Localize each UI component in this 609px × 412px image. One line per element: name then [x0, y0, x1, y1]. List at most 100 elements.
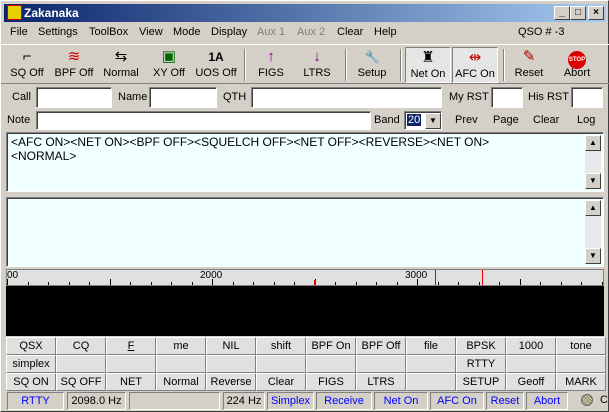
menu-bar: File Settings ToolBox View Mode Display … — [1, 23, 609, 43]
menu-display[interactable]: Display — [211, 26, 247, 38]
macro-button[interactable] — [506, 355, 556, 373]
reset-button[interactable]: ✎ Reset — [508, 47, 550, 83]
normal-button[interactable]: ⇆ Normal — [99, 47, 143, 83]
my-rst-input[interactable] — [491, 87, 523, 108]
setup-button[interactable]: 🔧 Setup — [351, 47, 393, 83]
macro-button[interactable]: BPSK — [456, 337, 506, 355]
macro-button[interactable] — [106, 355, 156, 373]
net-on-button[interactable]: ♜ Net On — [405, 47, 451, 83]
scroll-down-icon[interactable]: ▼ — [585, 248, 601, 264]
page-button[interactable]: Page — [493, 114, 519, 126]
indicator-icon — [581, 394, 593, 406]
status-afc[interactable]: AFC On — [430, 392, 484, 410]
chevron-down-icon[interactable]: ▼ — [425, 113, 441, 129]
menu-toolbox[interactable]: ToolBox — [89, 26, 128, 38]
status-simplex[interactable]: Simplex — [267, 392, 314, 410]
xy-off-button[interactable]: ▣ XY Off — [147, 47, 191, 83]
note-input[interactable] — [36, 111, 371, 130]
macro-button[interactable] — [156, 355, 206, 373]
app-window: Zakanaka _ □ × File Settings ToolBox Vie… — [0, 0, 609, 412]
frequency-ruler[interactable]: 00 2000 3000 — [6, 269, 604, 286]
macro-button[interactable]: SQ ON — [6, 373, 56, 391]
macro-button[interactable]: me — [156, 337, 206, 355]
bpf-off-button[interactable]: ≋ BPF Off — [51, 47, 97, 83]
macro-button[interactable] — [206, 355, 256, 373]
menu-settings[interactable]: Settings — [38, 26, 78, 38]
macro-button[interactable]: 1000 — [506, 337, 556, 355]
log-button[interactable]: Log — [577, 114, 595, 126]
macro-button[interactable]: CQ — [56, 337, 106, 355]
rx-scrollbar[interactable]: ▲ ▼ — [585, 135, 601, 189]
menu-help[interactable]: Help — [374, 26, 397, 38]
macro-button[interactable]: MARK — [556, 373, 606, 391]
macro-button[interactable] — [406, 373, 456, 391]
ltrs-button[interactable]: ↓ LTRS — [297, 47, 337, 83]
macro-button[interactable] — [56, 355, 106, 373]
ruler-tick — [27, 282, 29, 285]
close-button[interactable]: × — [588, 6, 604, 20]
prev-button[interactable]: Prev — [455, 114, 478, 126]
his-rst-input[interactable] — [571, 87, 603, 108]
macro-button[interactable] — [256, 355, 306, 373]
ruler-tick — [89, 282, 90, 285]
menu-clear[interactable]: Clear — [337, 26, 363, 38]
macro-button[interactable]: SETUP — [456, 373, 506, 391]
macro-button[interactable]: BPF Off — [356, 337, 406, 355]
scroll-down-icon[interactable]: ▼ — [585, 173, 601, 189]
menu-mode[interactable]: Mode — [173, 26, 201, 38]
macro-button[interactable] — [406, 355, 456, 373]
menu-file[interactable]: File — [10, 26, 28, 38]
qth-input[interactable] — [251, 87, 442, 108]
macro-button[interactable]: F — [106, 337, 156, 355]
status-receive[interactable]: Receive — [316, 392, 372, 410]
status-net[interactable]: Net On — [374, 392, 428, 410]
macro-button[interactable] — [356, 355, 406, 373]
macro-button[interactable]: shift — [256, 337, 306, 355]
toolbar-separator — [400, 49, 402, 81]
macro-button[interactable]: NIL — [206, 337, 256, 355]
minimize-button[interactable]: _ — [554, 6, 570, 20]
receive-text-area[interactable]: <AFC ON><NET ON><BPF OFF><SQUELCH OFF><N… — [6, 132, 604, 192]
filter-wave-icon: ≋ — [67, 48, 81, 65]
macro-button[interactable]: QSX — [6, 337, 56, 355]
macro-button[interactable]: NET — [106, 373, 156, 391]
macro-button[interactable]: simplex — [6, 355, 56, 373]
window-title: Zakanaka — [24, 6, 79, 20]
status-abort[interactable]: Abort — [526, 392, 568, 410]
ruler-tick — [130, 282, 131, 285]
waterfall-display[interactable] — [6, 286, 604, 336]
macro-button[interactable]: SQ OFF — [56, 373, 106, 391]
uos-off-button[interactable]: 1A UOS Off — [193, 47, 239, 83]
macro-button[interactable]: Clear — [256, 373, 306, 391]
macro-button[interactable] — [306, 355, 356, 373]
macro-button[interactable]: LTRS — [356, 373, 406, 391]
macro-button[interactable]: tone — [556, 337, 606, 355]
clear-button[interactable]: Clear — [533, 114, 559, 126]
tx-scrollbar[interactable]: ▲ ▼ — [585, 200, 601, 264]
ruler-tick — [109, 279, 111, 285]
maximize-button[interactable]: □ — [570, 6, 586, 20]
figs-button[interactable]: ↑ FIGS — [251, 47, 291, 83]
status-reset[interactable]: Reset — [486, 392, 524, 410]
call-input[interactable] — [36, 87, 112, 108]
macro-button[interactable] — [556, 355, 606, 373]
macro-button[interactable]: RTTY — [456, 355, 506, 373]
macro-button[interactable]: BPF On — [306, 337, 356, 355]
macro-button[interactable]: FIGS — [306, 373, 356, 391]
menu-view[interactable]: View — [139, 26, 163, 38]
scroll-up-icon[interactable]: ▲ — [585, 200, 601, 216]
macro-button[interactable]: Normal — [156, 373, 206, 391]
macro-button[interactable]: Reverse — [206, 373, 256, 391]
reset-icon: ✎ — [522, 48, 536, 65]
transmit-text-area[interactable]: ▲ ▼ — [6, 197, 604, 267]
afc-on-button[interactable]: ⇹ AFC On — [452, 47, 498, 83]
ruler-tick — [355, 282, 357, 285]
macro-button[interactable]: file — [406, 337, 456, 355]
sq-off-button[interactable]: ⌐ SQ Off — [5, 47, 49, 83]
status-blank — [129, 392, 220, 410]
abort-button[interactable]: STOP Abort — [556, 47, 598, 83]
name-input[interactable] — [149, 87, 217, 108]
scroll-up-icon[interactable]: ▲ — [585, 135, 601, 151]
band-select[interactable]: 20 ▼ — [404, 111, 442, 130]
macro-button[interactable]: Geoff — [506, 373, 556, 391]
